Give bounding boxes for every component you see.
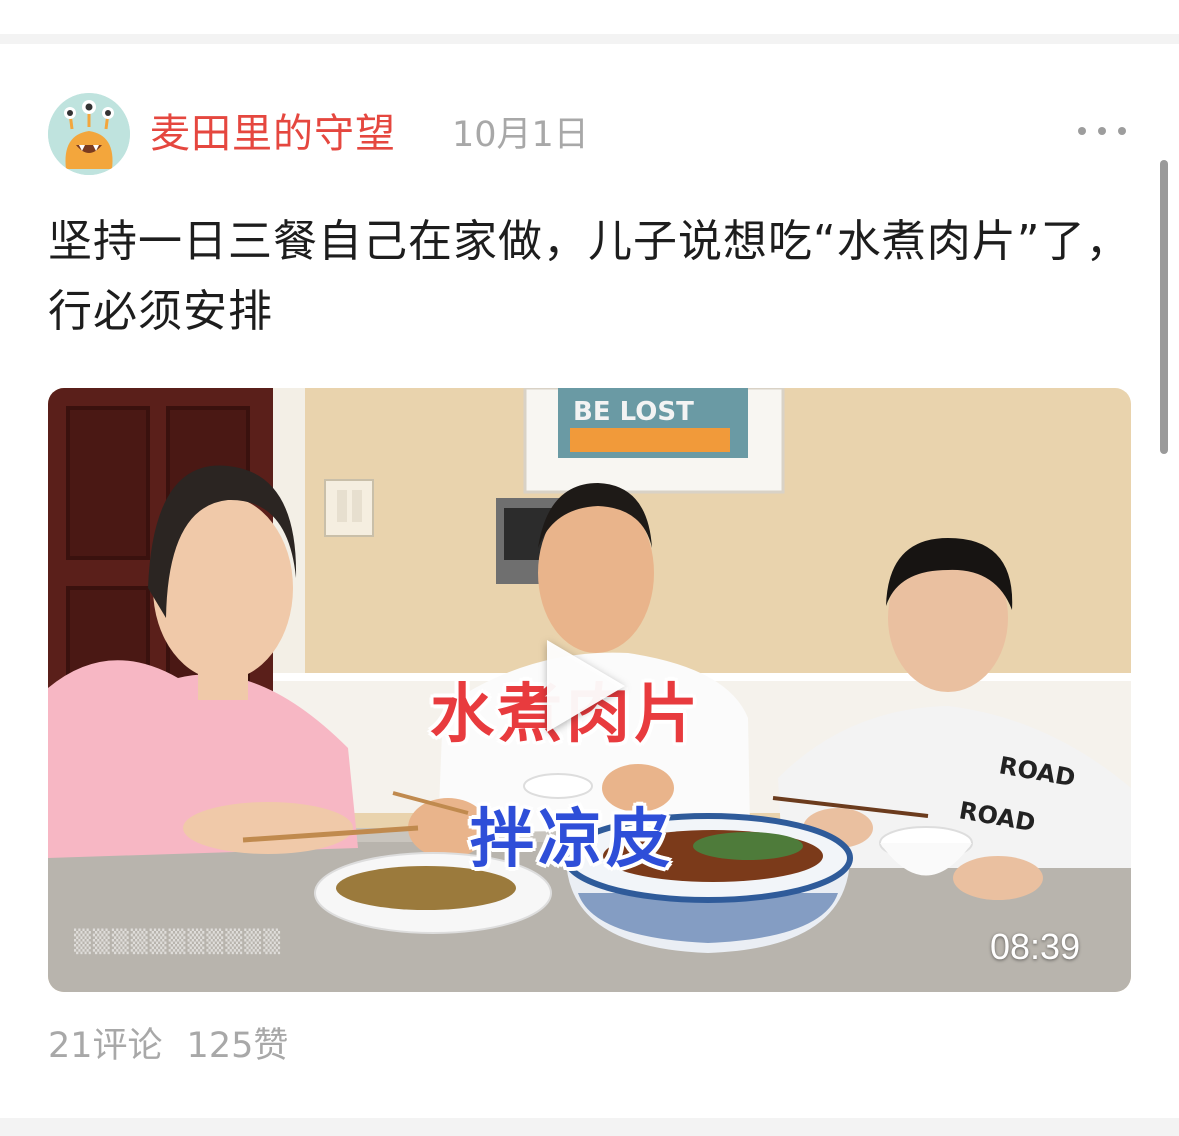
post-date: 10月1日 xyxy=(452,115,589,155)
monster-avatar-icon xyxy=(48,93,130,175)
author-avatar[interactable] xyxy=(48,93,130,175)
video-caption-line2: 拌凉皮 xyxy=(470,803,674,877)
video-duration: 08:39 xyxy=(990,926,1081,967)
comment-count[interactable]: 21评论 xyxy=(48,1024,163,1068)
author-name[interactable]: 麦田里的守望 xyxy=(150,108,396,160)
scrollbar[interactable] xyxy=(1160,160,1168,454)
poster-sign-text: BE LOST xyxy=(573,397,694,427)
bottom-separator xyxy=(0,1118,1179,1136)
post-title[interactable]: 坚持一日三餐自己在家做，儿子说想吃“水煮肉片”了，行必须安排 xyxy=(48,207,1133,347)
post-stats: 21评论 125赞 xyxy=(48,1024,288,1068)
top-separator xyxy=(0,0,1179,44)
video-watermark: ▒▒▒▒▒▒▒▒▒▒▒ xyxy=(74,930,283,955)
more-dots-icon[interactable] xyxy=(1078,114,1126,148)
play-icon[interactable] xyxy=(547,640,625,732)
like-count[interactable]: 125赞 xyxy=(187,1024,289,1068)
